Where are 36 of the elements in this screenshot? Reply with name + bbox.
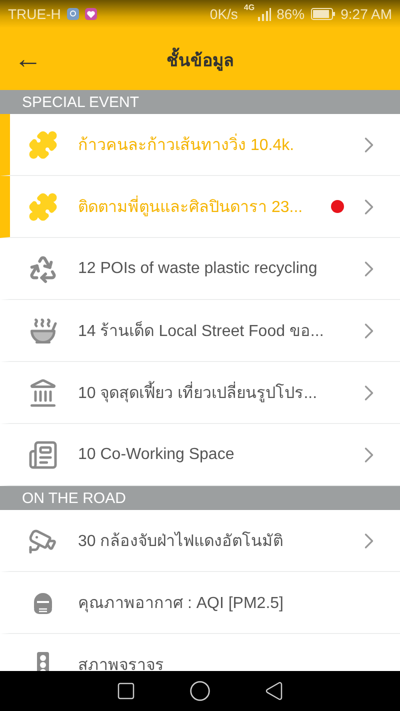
carrier-name: TRUE-H bbox=[8, 6, 61, 22]
item-label: สภาพจราจร bbox=[78, 656, 165, 671]
document-icon bbox=[28, 440, 58, 470]
layer-list-item[interactable]: 30 กล้องจับฝ่าไฟแดงอัตโนมัติ bbox=[0, 510, 400, 572]
section-header: ON THE ROAD bbox=[0, 486, 400, 510]
puzzle-icon bbox=[28, 192, 58, 222]
landmark-icon bbox=[28, 378, 58, 408]
clock: 9:27 AM bbox=[340, 6, 392, 22]
layer-list-item[interactable]: 12 POIs of waste plastic recycling bbox=[0, 238, 400, 300]
back-button[interactable]: ← bbox=[12, 45, 44, 73]
back-icon[interactable] bbox=[264, 681, 284, 701]
screen-title: ชั้นข้อมูล bbox=[44, 46, 356, 72]
signal-icon bbox=[256, 7, 271, 21]
recycle-icon bbox=[28, 254, 58, 284]
layer-list-item[interactable]: คุณภาพอากาศ : AQI [PM2.5] bbox=[0, 572, 400, 634]
item-label: 10 จุดสุดเฟี้ยว เที่ยวเปลี่ยนรูปโปร... bbox=[78, 380, 356, 405]
network-type: 4G bbox=[244, 3, 255, 12]
battery-percent: 86% bbox=[276, 6, 305, 22]
location-icon bbox=[66, 8, 79, 20]
network-speed: 0K/s bbox=[210, 6, 238, 22]
layer-list-item[interactable]: 14 ร้านเด็ด Local Street Food ขอ... bbox=[0, 300, 400, 362]
item-label: 10 Co-Working Space bbox=[78, 446, 236, 464]
item-label: ก้าวคนละก้าวเส้นทางวิ่ง 10.4k. bbox=[78, 132, 356, 157]
battery-icon bbox=[310, 8, 335, 20]
section-header: SPECIAL EVENT bbox=[0, 90, 400, 114]
item-label: 30 กล้องจับฝ่าไฟแดงอัตโนมัติ bbox=[78, 530, 284, 552]
item-label: ติดตามพี่ตูนและศิลปินดารา 23... bbox=[78, 194, 331, 219]
heart-icon bbox=[84, 8, 97, 20]
item-label: 14 ร้านเด็ด Local Street Food ขอ... bbox=[78, 320, 325, 342]
item-label: 12 POIs of waste plastic recycling bbox=[78, 260, 318, 278]
puzzle-icon bbox=[28, 130, 58, 160]
recents-icon[interactable] bbox=[116, 681, 136, 701]
home-icon[interactable] bbox=[188, 680, 211, 702]
item-label: คุณภาพอากาศ : AQI [PM2.5] bbox=[78, 594, 284, 614]
bowl-icon bbox=[28, 316, 58, 346]
layer-list-item[interactable]: 10 จุดสุดเฟี้ยว เที่ยวเปลี่ยนรูปโปร... bbox=[0, 362, 400, 424]
